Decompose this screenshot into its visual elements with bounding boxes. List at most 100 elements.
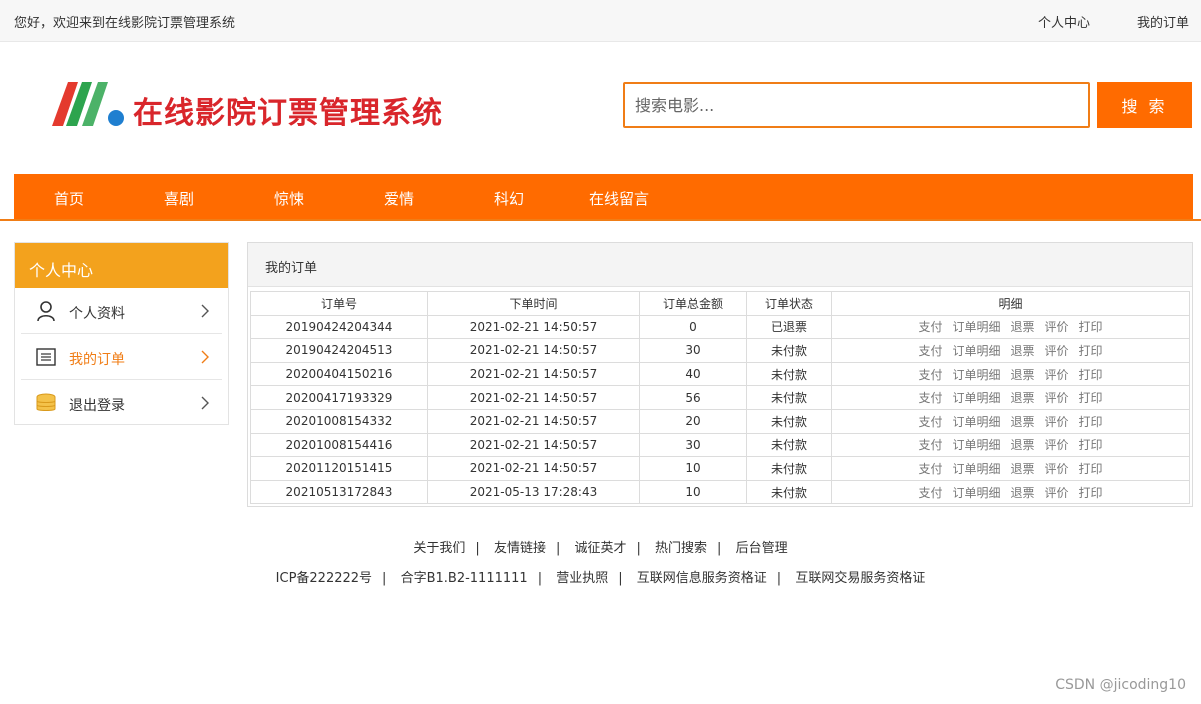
table-row: 20201008154416 2021-02-21 14:50:57 30 未付款 支付… <box>250 432 1190 458</box>
order-amount-cell: 40 <box>639 361 747 387</box>
user-icon <box>37 301 55 322</box>
pay-link[interactable]: 支付 <box>918 415 942 429</box>
my-orders-link[interactable]: 我的订单 <box>1137 12 1189 31</box>
order-status-cell: 已退票 <box>746 314 832 340</box>
review-link[interactable]: 评价 <box>1045 344 1069 358</box>
nav-item-thriller[interactable]: 惊悚 <box>274 188 304 209</box>
print-link[interactable]: 打印 <box>1079 486 1103 500</box>
order-id-cell: 20190424204513 <box>250 338 428 363</box>
footer-legal: ICP备222222号 | 合字B1.B2-1111111 | 营业执照 | 互联网信… <box>275 571 926 586</box>
refund-link[interactable]: 退票 <box>1010 391 1034 405</box>
footer-link-friends[interactable]: 友情链接 <box>494 541 546 556</box>
greeting-text: 您好，欢迎来到在线影院订票管理系统 <box>14 16 236 31</box>
refund-link[interactable]: 退票 <box>1010 415 1034 429</box>
footer-link-about[interactable]: 关于我们 <box>413 541 465 556</box>
pay-link[interactable]: 支付 <box>918 344 942 358</box>
nav-item-romance[interactable]: 爱情 <box>384 188 414 209</box>
review-link[interactable]: 评价 <box>1045 320 1069 334</box>
print-link[interactable]: 打印 <box>1079 320 1103 334</box>
footer-links: 关于我们 | 友情链接 | 诚征英才 | 热门搜索 | 后台管理 <box>413 541 788 556</box>
review-link[interactable]: 评价 <box>1045 438 1069 452</box>
nav-item-comedy[interactable]: 喜剧 <box>164 188 194 209</box>
column-header: 下单时间 <box>427 291 640 316</box>
order-time-cell: 2021-02-21 14:50:57 <box>427 338 640 363</box>
pay-link[interactable]: 支付 <box>918 462 942 476</box>
order-time-cell: 2021-02-21 14:50:57 <box>427 361 640 387</box>
order-amount-cell: 0 <box>639 314 747 340</box>
search-button[interactable]: 搜 索 <box>1097 82 1192 128</box>
order-actions-cell: 支付 订单明细 退票 评价 打印 <box>831 432 1190 458</box>
print-link[interactable]: 打印 <box>1079 368 1103 382</box>
refund-link[interactable]: 退票 <box>1010 462 1034 476</box>
review-link[interactable]: 评价 <box>1045 368 1069 382</box>
pay-link[interactable]: 支付 <box>918 320 942 334</box>
review-link[interactable]: 评价 <box>1045 415 1069 429</box>
order-amount-cell: 20 <box>639 408 747 434</box>
watermark: CSDN @jicoding10 <box>1055 677 1186 693</box>
print-link[interactable]: 打印 <box>1079 415 1103 429</box>
order-time-cell: 2021-02-21 14:50:57 <box>427 408 640 434</box>
review-link[interactable]: 评价 <box>1045 486 1069 500</box>
print-link[interactable]: 打印 <box>1079 344 1103 358</box>
nav-divider <box>0 219 1201 221</box>
order-amount-cell: 56 <box>639 385 747 410</box>
order-detail-link[interactable]: 订单明细 <box>952 368 1000 382</box>
footer-info-service-cert[interactable]: 互联网信息服务资格证 <box>637 571 767 586</box>
sidebar-item-logout[interactable]: 退出登录 <box>21 380 222 426</box>
refund-link[interactable]: 退票 <box>1010 344 1034 358</box>
refund-link[interactable]: 退票 <box>1010 320 1034 334</box>
refund-link[interactable]: 退票 <box>1010 438 1034 452</box>
nav-item-message[interactable]: 在线留言 <box>589 188 649 209</box>
footer-link-careers[interactable]: 诚征英才 <box>574 541 626 556</box>
footer-link-admin[interactable]: 后台管理 <box>736 541 788 556</box>
sidebar-item-label: 个人资料 <box>69 306 125 322</box>
table-row: 20190424204513 2021-02-21 14:50:57 30 未付款 支付… <box>250 338 1190 363</box>
refund-link[interactable]: 退票 <box>1010 486 1034 500</box>
order-actions-cell: 支付 订单明细 退票 评价 打印 <box>831 361 1190 387</box>
refund-link[interactable]: 退票 <box>1010 368 1034 382</box>
personal-center-link[interactable]: 个人中心 <box>1038 12 1090 31</box>
order-detail-link[interactable]: 订单明细 <box>952 344 1000 358</box>
search-input[interactable] <box>623 82 1090 128</box>
print-link[interactable]: 打印 <box>1079 438 1103 452</box>
order-actions-cell: 支付 订单明细 退票 评价 打印 <box>831 314 1190 340</box>
site-title: 在线影院订票管理系统 <box>133 96 443 131</box>
order-status-cell: 未付款 <box>746 408 832 434</box>
main-nav: 首页 喜剧 惊悚 爱情 科幻 在线留言 <box>14 174 1193 220</box>
order-detail-link[interactable]: 订单明细 <box>952 391 1000 405</box>
sidebar: 个人中心 个人资料 我的订单 退出登录 <box>14 242 229 425</box>
order-detail-link[interactable]: 订单明细 <box>952 438 1000 452</box>
order-amount-cell: 30 <box>639 432 747 458</box>
order-actions-cell: 支付 订单明细 退票 评价 打印 <box>831 408 1190 434</box>
pay-link[interactable]: 支付 <box>918 438 942 452</box>
nav-item-home[interactable]: 首页 <box>54 188 84 209</box>
footer-trade-service-cert[interactable]: 互联网交易服务资格证 <box>795 571 925 586</box>
footer-business-license[interactable]: 营业执照 <box>556 571 608 586</box>
order-actions-cell: 支付 订单明细 退票 评价 打印 <box>831 456 1190 481</box>
panel-title: 我的订单 <box>248 243 1192 287</box>
column-header: 明细 <box>831 291 1190 316</box>
chevron-right-icon <box>201 350 209 364</box>
footer-license-b1b2[interactable]: 合字B1.B2-1111111 <box>401 571 528 586</box>
footer-link-hot-search[interactable]: 热门搜索 <box>655 541 707 556</box>
nav-item-scifi[interactable]: 科幻 <box>494 188 524 209</box>
order-time-cell: 2021-02-21 14:50:57 <box>427 432 640 458</box>
pay-link[interactable]: 支付 <box>918 486 942 500</box>
print-link[interactable]: 打印 <box>1079 391 1103 405</box>
order-actions-cell: 支付 订单明细 退票 评价 打印 <box>831 479 1190 505</box>
sidebar-title: 个人中心 <box>15 243 228 288</box>
pay-link[interactable]: 支付 <box>918 391 942 405</box>
review-link[interactable]: 评价 <box>1045 391 1069 405</box>
order-detail-link[interactable]: 订单明细 <box>952 415 1000 429</box>
pay-link[interactable]: 支付 <box>918 368 942 382</box>
order-detail-link[interactable]: 订单明细 <box>952 486 1000 500</box>
site-logo <box>52 82 124 126</box>
footer-icp[interactable]: ICP备222222号 <box>276 571 372 586</box>
order-detail-link[interactable]: 订单明细 <box>952 320 1000 334</box>
sidebar-item-profile[interactable]: 个人资料 <box>21 288 222 334</box>
sidebar-item-orders[interactable]: 我的订单 <box>21 334 222 380</box>
print-link[interactable]: 打印 <box>1079 462 1103 476</box>
table-row: 20200417193329 2021-02-21 14:50:57 56 未付款 支付… <box>250 385 1190 410</box>
review-link[interactable]: 评价 <box>1045 462 1069 476</box>
order-detail-link[interactable]: 订单明细 <box>952 462 1000 476</box>
